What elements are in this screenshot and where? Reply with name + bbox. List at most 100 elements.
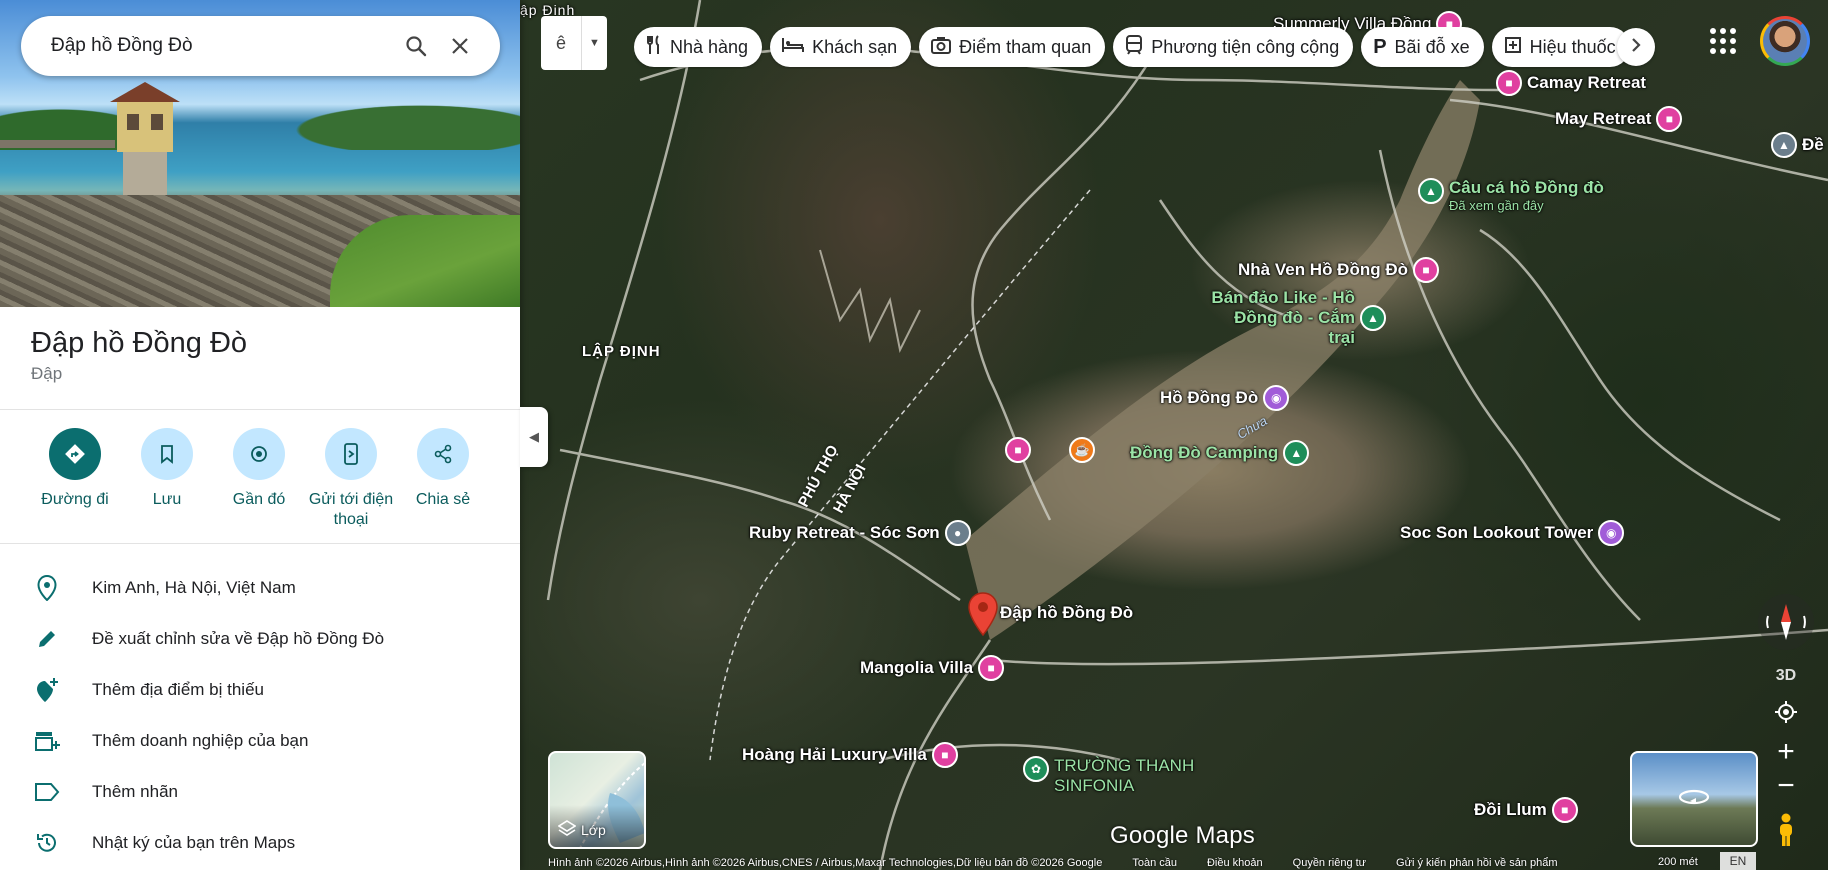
add-missing-place-row[interactable]: Thêm địa điểm bị thiếu — [0, 664, 520, 715]
share-button[interactable]: Chia sẻ — [397, 428, 489, 530]
poi-cau-ca[interactable]: ▲ Câu cá hồ Đồng đò Đã xem gần đây — [1418, 178, 1604, 213]
photo-tower — [110, 82, 180, 210]
share-icon — [417, 428, 469, 480]
footer-links: Toàn cầu Điều khoản Quyền riêng tư Gửi ý… — [1132, 857, 1557, 869]
poi-dong-do-camping[interactable]: Đồng Đò Camping ▲ — [1130, 440, 1310, 466]
chip-attractions[interactable]: Điểm tham quan — [919, 27, 1106, 67]
hotel-icon: ■ — [1496, 70, 1522, 96]
layers-icon — [557, 820, 577, 839]
hotel-icon: ■ — [931, 742, 958, 768]
chip-label: Điểm tham quan — [959, 36, 1092, 57]
add-business-text: Thêm doanh nghiệp của bạn — [92, 730, 309, 750]
footer-link-global[interactable]: Toàn cầu — [1132, 857, 1177, 869]
chip-restaurants[interactable]: Nhà hàng — [634, 27, 763, 67]
place-icon: ● — [944, 520, 971, 546]
layers-button[interactable]: Lớp — [548, 751, 646, 849]
poi-sublabel: Đã xem gần đây — [1449, 198, 1544, 213]
scale-bar[interactable]: 200 mét — [1658, 856, 1698, 868]
action-label: Chia sẻ — [415, 491, 471, 508]
chip-label: Khách sạn — [812, 36, 898, 57]
history-icon — [32, 831, 62, 855]
poi-dap-ho-label[interactable]: Đập hồ Đồng Đò — [1000, 603, 1133, 623]
suggest-edit-row[interactable]: Đề xuất chỉnh sửa về Đập hồ Đồng Đò — [0, 613, 520, 664]
footer-link-privacy[interactable]: Quyền riêng tư — [1293, 857, 1366, 869]
search-icon[interactable] — [394, 24, 438, 68]
add-label-text: Thêm nhãn — [92, 781, 178, 801]
poi-may-retreat[interactable]: May Retreat ■ — [1555, 106, 1683, 132]
account-avatar[interactable] — [1760, 16, 1810, 66]
attribution-text: Hình ảnh ©2026 Airbus,Hình ảnh ©2026 Air… — [548, 857, 1103, 869]
close-icon[interactable] — [438, 24, 482, 68]
chips-scroll-right-button[interactable] — [1617, 28, 1655, 66]
chip-parking[interactable]: P Bãi đỗ xe — [1361, 27, 1484, 67]
bookmark-icon — [141, 428, 193, 480]
directions-icon — [49, 428, 101, 480]
poi-hotel-small[interactable]: ■ — [1005, 437, 1031, 463]
parking-icon: P — [1373, 35, 1387, 58]
chip-label: Bãi đỗ xe — [1394, 36, 1470, 57]
language-button[interactable]: EN — [1720, 852, 1756, 870]
search-box[interactable] — [21, 16, 500, 76]
area-label-lap-dinh: LẬP ĐỊNH — [582, 343, 661, 360]
poi-soc-son-lookout[interactable]: Soc Son Lookout Tower ◉ — [1400, 520, 1625, 546]
hotel-icon — [782, 37, 805, 58]
place-photo[interactable] — [0, 0, 520, 307]
history-row[interactable]: Nhật ký của bạn trên Maps — [0, 817, 520, 868]
my-location-button[interactable] — [1768, 696, 1804, 732]
input-tools-box[interactable]: ê ▼ — [541, 16, 607, 70]
poi-cafe[interactable]: ☕ — [1069, 437, 1095, 463]
poi-label: Ruby Retreat - Sóc Sơn — [749, 523, 940, 542]
add-business-row[interactable]: Thêm doanh nghiệp của bạn — [0, 715, 520, 766]
edit-pencil-icon — [32, 628, 62, 650]
street-view-thumbnail[interactable] — [1630, 751, 1758, 847]
address-row[interactable]: Kim Anh, Hà Nội, Việt Nam — [0, 562, 520, 613]
poi-hoang-hai-villa[interactable]: Hoàng Hải Luxury Villa ■ — [742, 742, 958, 768]
save-button[interactable]: Lưu — [121, 428, 213, 530]
my-location-icon — [1774, 700, 1798, 729]
photo-pier — [0, 140, 115, 148]
compass-icon[interactable] — [1758, 594, 1814, 650]
directions-button[interactable]: Đường đi — [29, 428, 121, 530]
poi-truong-thanh[interactable]: ✿ TRƯỜNG THANH SINFONIA — [1023, 756, 1204, 796]
chip-hotels[interactable]: Khách sạn — [770, 27, 912, 67]
poi-ho-dong-do[interactable]: Hồ Đồng Đò ◉ — [1160, 385, 1290, 411]
camping-icon: ▲ — [1283, 440, 1310, 466]
action-buttons: Đường đi Lưu Gần đó Gửi tới điện thoại C… — [0, 428, 520, 530]
collapse-panel-button[interactable]: ◀ — [520, 407, 548, 467]
poi-nha-ven-ho[interactable]: Nhà Ven Hồ Đồng Đò ■ — [1238, 257, 1439, 283]
divider — [0, 543, 520, 544]
place-category[interactable]: Đập — [31, 364, 62, 384]
poi-camay-retreat[interactable]: ■ Camay Retreat — [1496, 70, 1646, 96]
label-icon — [32, 782, 62, 802]
apps-grid-icon[interactable] — [1708, 26, 1738, 56]
chevron-down-icon[interactable]: ▼ — [581, 16, 607, 70]
poi-mangolia-villa[interactable]: Mangolia Villa ■ — [860, 655, 1005, 681]
poi-ruby-retreat[interactable]: Ruby Retreat - Sóc Sơn ● — [749, 520, 971, 546]
action-label: Gửi tới điện thoại — [308, 491, 394, 528]
hotel-icon: ■ — [978, 655, 1005, 681]
footer-link-terms[interactable]: Điều khoản — [1207, 857, 1263, 869]
pegman-icon[interactable] — [1768, 810, 1804, 850]
poi-doi-llum[interactable]: Đồi Llum ■ — [1474, 797, 1578, 823]
zoom-in-button[interactable]: + — [1768, 735, 1804, 768]
chip-transit[interactable]: Phương tiện công cộng — [1113, 27, 1354, 67]
send-to-phone-button[interactable]: Gửi tới điện thoại — [305, 428, 397, 530]
add-label-row[interactable]: Thêm nhãn — [0, 766, 520, 817]
poi-de[interactable]: ▲ Đề — [1771, 132, 1824, 158]
suggest-edit-text: Đề xuất chỉnh sửa về Đập hồ Đồng Đò — [92, 628, 385, 648]
3d-toggle-button[interactable]: 3D — [1768, 658, 1804, 694]
nearby-button[interactable]: Gần đó — [213, 428, 305, 530]
info-list: Kim Anh, Hà Nội, Việt Nam Đề xuất chỉnh … — [0, 562, 520, 868]
chevron-right-icon — [1630, 37, 1642, 58]
poi-ban-dao[interactable]: Bán đảo Like - Hồ Đồng đò - Cắm trại ▲ — [1205, 288, 1386, 348]
chip-pharmacy[interactable]: Hiệu thuốc — [1491, 27, 1630, 67]
zoom-out-button[interactable]: − — [1768, 769, 1804, 802]
add-business-icon — [32, 730, 62, 752]
footer-link-feedback[interactable]: Gửi ý kiến phản hồi về sản phẩm — [1396, 857, 1557, 869]
poi-label: Nhà Ven Hồ Đồng Đò — [1238, 260, 1408, 279]
selected-place-marker-icon[interactable] — [968, 592, 998, 636]
search-input[interactable] — [51, 35, 394, 57]
action-label: Lưu — [152, 491, 182, 508]
layers-label: Lớp — [557, 820, 606, 839]
add-location-icon — [32, 677, 62, 703]
